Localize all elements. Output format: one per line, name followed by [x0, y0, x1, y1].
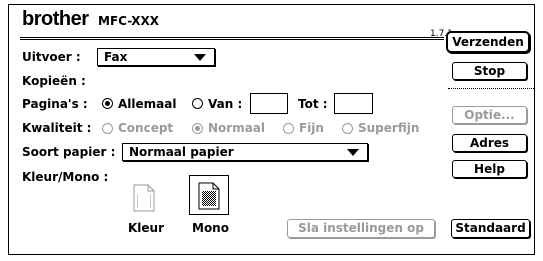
pages-range-radio[interactable] [192, 98, 203, 109]
options-button[interactable]: Optie... [452, 106, 527, 124]
paper-type-value: Normaal papier [129, 145, 234, 159]
color-mono-label: Kleur/Mono : [22, 170, 109, 184]
help-button[interactable]: Help [452, 160, 527, 178]
mono-option-label: Mono [192, 221, 229, 235]
header-divider [20, 37, 444, 38]
quality-superfine-radio[interactable] [342, 123, 353, 134]
send-button[interactable]: Verzenden [446, 31, 530, 53]
pages-all-label: Allemaal [118, 97, 177, 111]
stop-button[interactable]: Stop [452, 62, 527, 80]
color-page-icon[interactable] [133, 184, 155, 212]
popup-arrow-icon [194, 54, 206, 61]
pages-label: Pagina's : [22, 97, 88, 111]
output-popup[interactable]: Fax [97, 48, 215, 66]
default-button[interactable]: Standaard [451, 219, 530, 238]
quality-superfine-label: Superfijn [358, 121, 420, 135]
pages-from-label: Van : [208, 97, 243, 111]
quality-fine-radio[interactable] [283, 123, 294, 134]
output-label: Uitvoer : [22, 50, 81, 64]
pages-all-radio[interactable] [102, 98, 113, 109]
pages-to-input[interactable] [334, 93, 373, 114]
output-popup-value: Fax [104, 50, 128, 64]
quality-fine-label: Fijn [299, 121, 324, 135]
quality-concept-label: Concept [118, 121, 174, 135]
address-button[interactable]: Adres [452, 134, 527, 152]
quality-normal-label: Normaal [208, 121, 266, 135]
pages-to-label: Tot : [298, 97, 328, 111]
paper-type-popup[interactable]: Normaal papier [122, 143, 368, 161]
copies-label: Kopieën : [22, 74, 86, 88]
button-separator [448, 88, 534, 89]
popup-arrow-icon [347, 149, 359, 156]
color-option-label: Kleur [128, 221, 165, 235]
quality-normal-radio[interactable] [192, 123, 203, 134]
header-divider-second [20, 39, 444, 40]
quality-label: Kwaliteit : [22, 121, 92, 135]
quality-concept-radio[interactable] [102, 123, 113, 134]
mono-page-icon[interactable] [198, 182, 220, 210]
paper-type-label: Soort papier : [22, 145, 116, 159]
pages-from-input[interactable] [250, 93, 288, 114]
brother-logo: brother [22, 8, 89, 30]
model-name: MFC-XXX [98, 14, 159, 28]
save-settings-button[interactable]: Sla instellingen op [287, 219, 435, 238]
